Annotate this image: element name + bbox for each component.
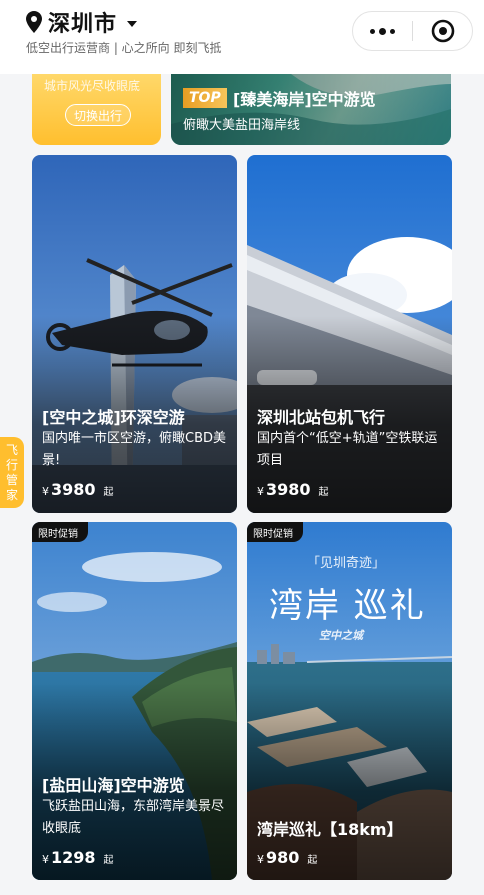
promo-badge: 限时促销 — [247, 522, 303, 542]
banner-title: [臻美海岸]空中游览 — [233, 90, 376, 109]
card-title: 湾岸巡礼【18km】 — [257, 820, 403, 839]
card-title: 深圳北站包机飞行 — [257, 408, 386, 427]
banner-subtitle: 俯瞰大美盐田海岸线 — [183, 118, 301, 133]
product-card-yantian[interactable]: 限时促销 [盐田山海]空中游览 飞跃盐田山海，东部湾岸美景尽收眼底 ¥1298 起 — [32, 522, 237, 880]
card-price: ¥1298 起 — [42, 848, 114, 867]
coast-tour-banner[interactable]: TOP [臻美海岸]空中游览 俯瞰大美盐田海岸线 — [171, 74, 451, 145]
card-desc: 国内首个“低空+轨道”空铁联运项目 — [257, 431, 438, 468]
card-price: ¥3980 起 — [257, 480, 329, 499]
flight-butler-tab[interactable]: 飞行管家 — [0, 437, 24, 508]
more-dots-icon[interactable] — [353, 12, 412, 50]
target-circle-icon[interactable] — [413, 12, 472, 50]
poster-title: 湾岸 巡礼 — [269, 586, 426, 626]
card-title: [空中之城]环深空游 — [42, 408, 185, 427]
card-title: [盐田山海]空中游览 — [42, 776, 185, 795]
slogan: 低空出行运营商 | 心之所向 即刻飞抵 — [26, 41, 222, 55]
product-card-cbd[interactable]: [空中之城]环深空游 国内唯一市区空游，俯瞰CBD美景! ¥3980 起 — [32, 155, 237, 513]
product-card-shenzhen-north[interactable]: 深圳北站包机飞行 国内首个“低空+轨道”空铁联运项目 ¥3980 起 — [247, 155, 452, 513]
city-scenery-banner[interactable]: 城市风光尽收眼底 切换出行 — [32, 74, 161, 145]
banner-text: 城市风光尽收眼底 — [44, 79, 141, 93]
miniprogram-capsule — [352, 11, 473, 51]
side-tab-label: 飞行管家 — [6, 442, 19, 502]
switch-trip-button[interactable]: 切换出行 — [65, 104, 132, 126]
poster-subtitle: 空中之城 — [319, 629, 363, 642]
card-desc: 国内唯一市区空游，俯瞰CBD美景! — [42, 431, 227, 468]
card-price: ¥980 起 — [257, 848, 318, 867]
top-header: 深圳市 低空出行运营商 | 心之所向 即刻飞抵 — [0, 0, 484, 74]
card-desc: 飞跃盐田山海，东部湾岸美景尽收眼底 — [42, 799, 225, 836]
caret-down-icon — [127, 21, 138, 27]
product-card-bay-tour[interactable]: 限时促销 「见圳奇迹」 湾岸 巡礼 空中之城 湾岸巡礼【18km】 ¥980 起 — [247, 522, 452, 880]
city-name: 深圳市 — [48, 12, 118, 37]
poster-small-text: 「见圳奇迹」 — [307, 556, 386, 571]
location-pin-icon — [26, 11, 42, 33]
promo-badge: 限时促销 — [32, 522, 88, 542]
top-badge: TOP — [183, 88, 227, 108]
card-price: ¥3980 起 — [42, 480, 114, 499]
city-selector[interactable]: 深圳市 — [26, 6, 138, 38]
